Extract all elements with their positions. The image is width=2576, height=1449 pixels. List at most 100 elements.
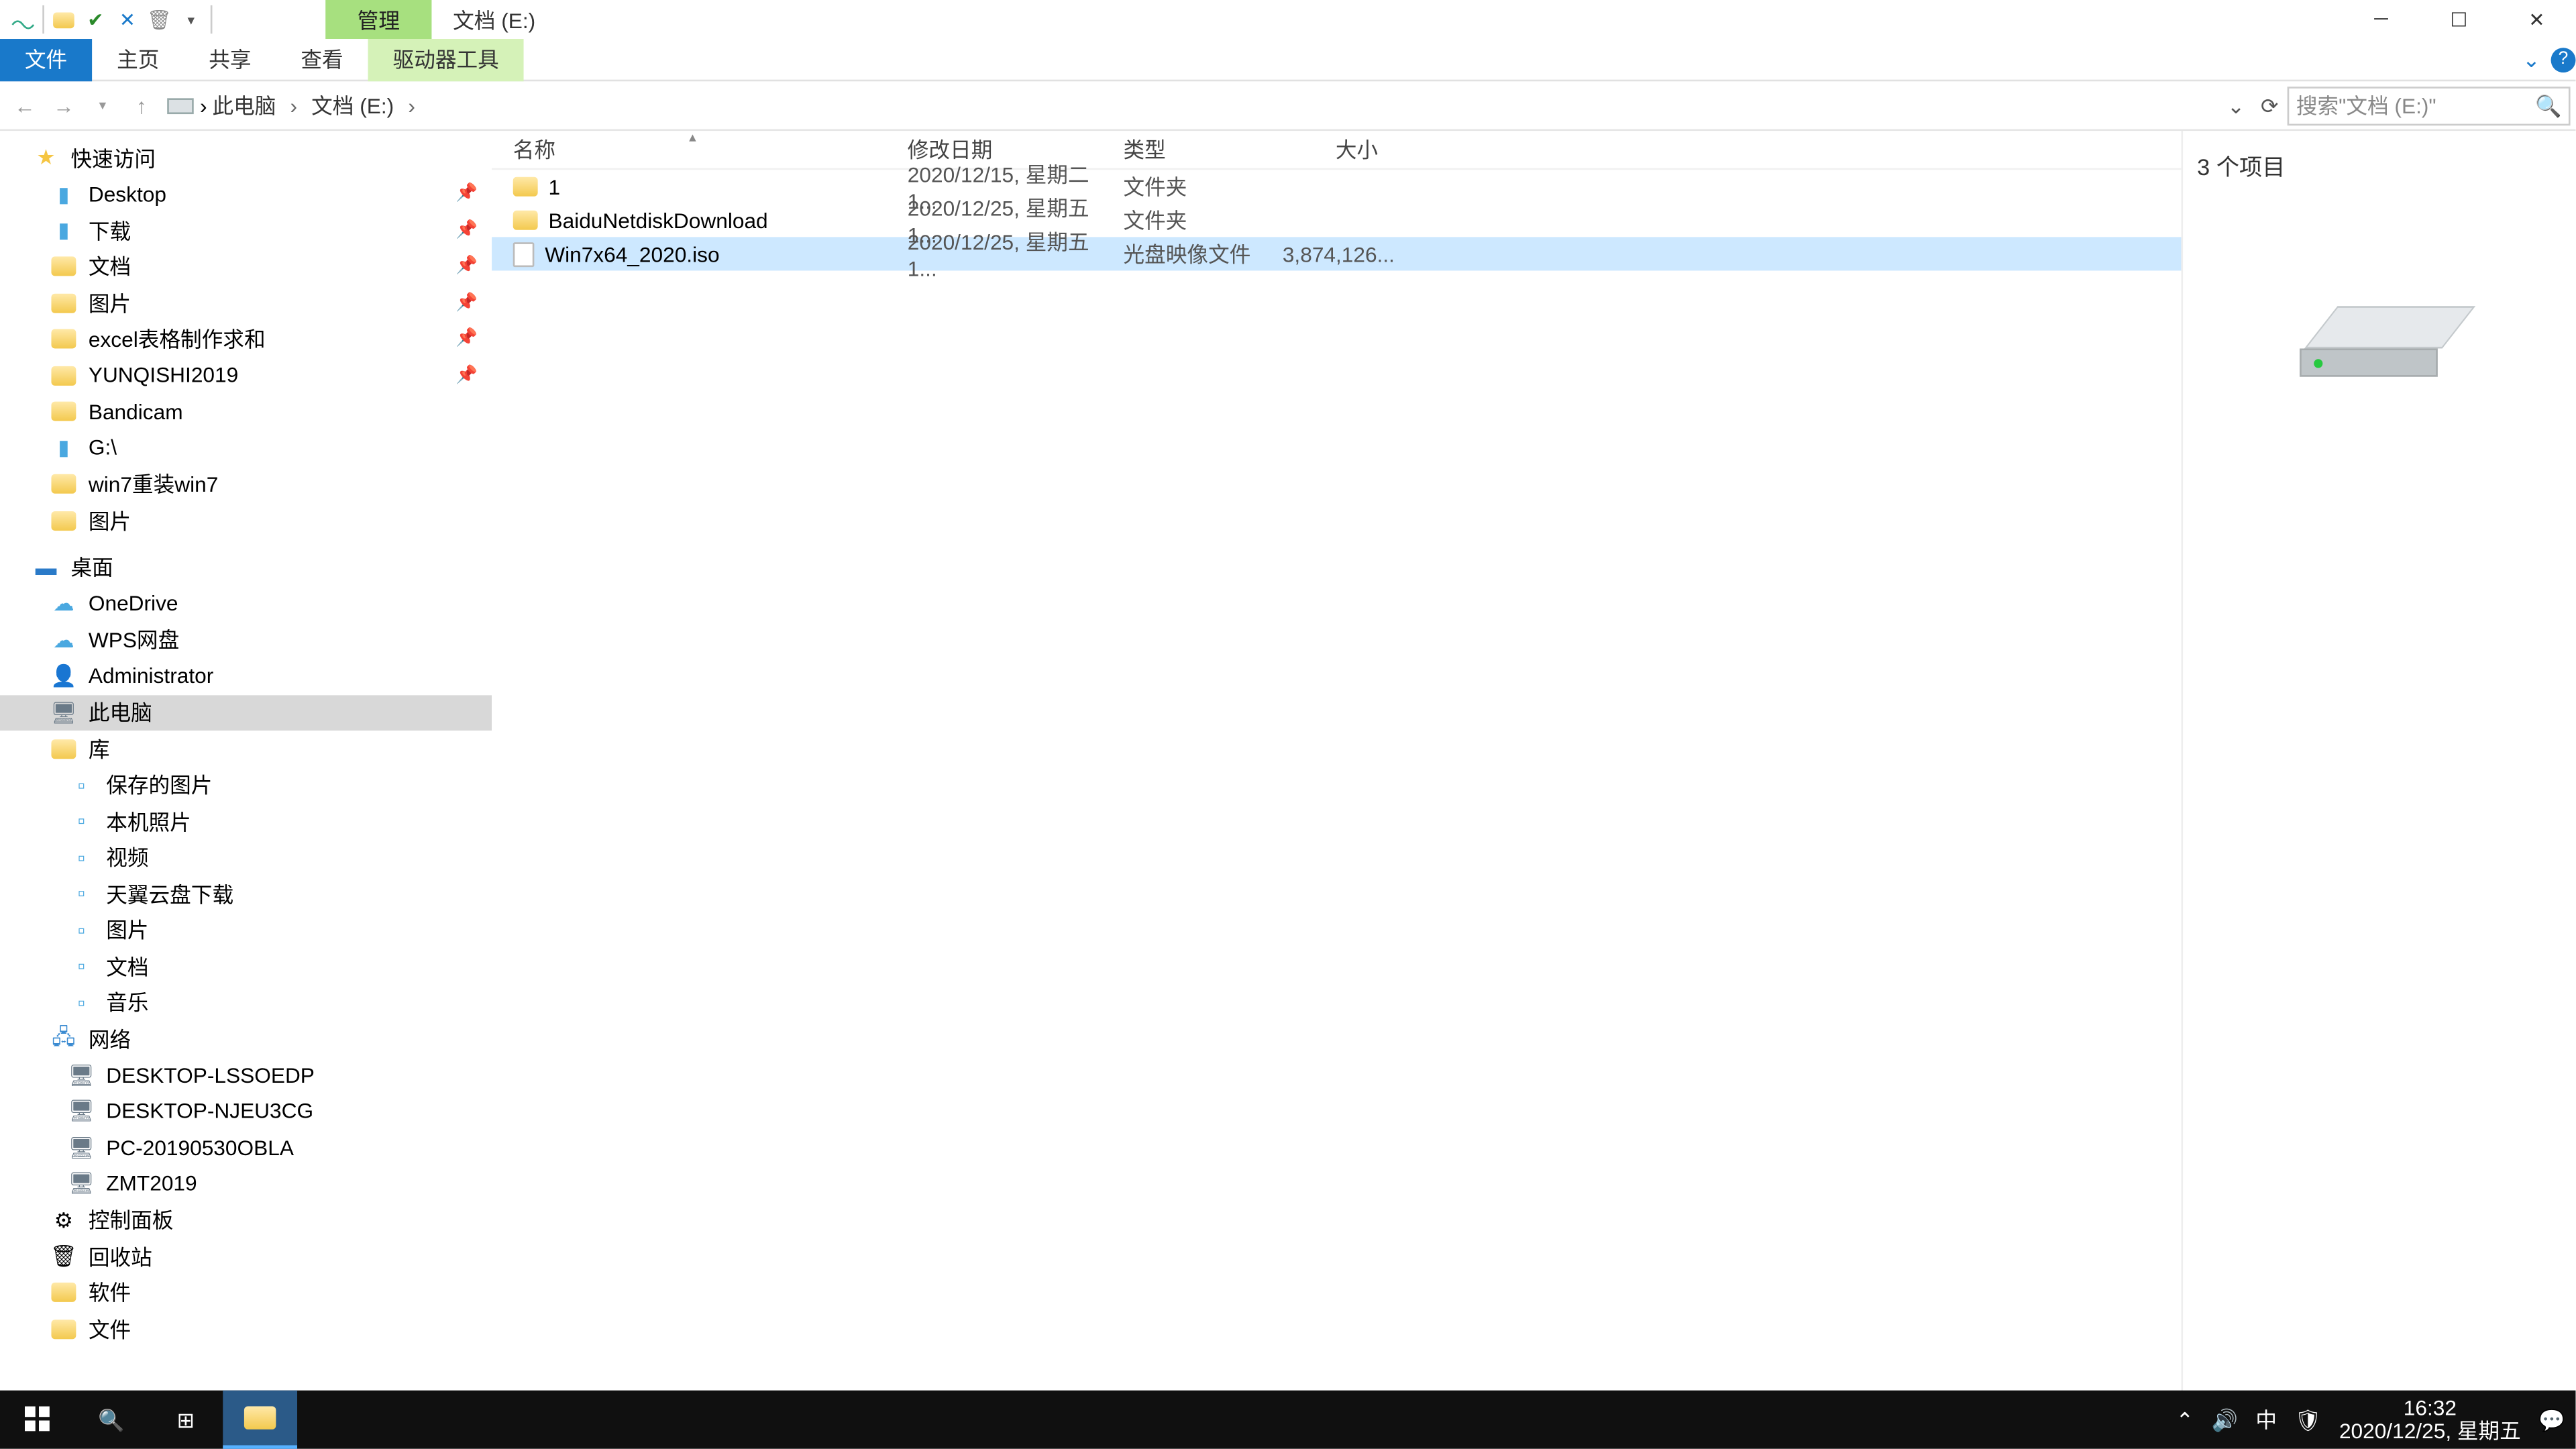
chevron-right-icon[interactable]: › — [285, 93, 303, 117]
col-name[interactable]: 名称▴ — [492, 134, 886, 164]
back-button[interactable]: ← — [5, 86, 44, 125]
action-center-icon[interactable]: 💬 — [2538, 1407, 2565, 1432]
network-icon: 🖧 — [50, 1024, 78, 1053]
nav-qa-item[interactable]: ▮G:\ — [0, 430, 492, 466]
tab-share[interactable]: 共享 — [184, 38, 276, 80]
preview-pane: 3 个项目 — [2183, 131, 2575, 1397]
nav-network[interactable]: 🖧网络 — [0, 1021, 492, 1057]
nav-desktop[interactable]: ▬桌面 — [0, 549, 492, 586]
item-count: 3 个项目 — [2197, 149, 2561, 182]
nav-item[interactable]: 库 — [0, 731, 492, 767]
nav-item[interactable]: ☁WPS网盘 — [0, 622, 492, 658]
file-row[interactable]: Win7x64_2020.iso2020/12/25, 星期五 1...光盘映像… — [492, 237, 2181, 270]
address-bar: ← → ▾ ↑ › 此电脑 › 文档 (E:) › ⌄ ⟳ 搜索"文档 (E:)… — [0, 81, 2575, 131]
maximize-button[interactable]: ☐ — [2420, 0, 2498, 39]
nav-qa-item[interactable]: 图片📌 — [0, 285, 492, 321]
nav-library-item[interactable]: ▫图片 — [0, 912, 492, 948]
nav-network-pc[interactable]: 🖥DESKTOP-LSSOEDP — [0, 1057, 492, 1093]
nav-item[interactable]: ⚙控制面板 — [0, 1202, 492, 1238]
crumb-drive[interactable]: 文档 (E:) — [306, 90, 399, 120]
col-type[interactable]: 类型 — [1102, 134, 1283, 164]
app-icon[interactable] — [7, 3, 39, 35]
nav-item[interactable]: ☁OneDrive — [0, 586, 492, 622]
minimize-button[interactable]: ─ — [2342, 0, 2420, 39]
nav-library-item[interactable]: ▫本机照片 — [0, 803, 492, 839]
pin-icon: 📌 — [455, 366, 478, 385]
folder-icon — [50, 252, 78, 280]
tab-view[interactable]: 查看 — [276, 38, 368, 80]
nav-qa-item[interactable]: Bandicam — [0, 394, 492, 430]
pc-icon: 🖥 — [67, 1170, 95, 1198]
folder-icon — [50, 288, 78, 317]
qat-close-icon[interactable]: ✕ — [111, 3, 143, 35]
tab-file[interactable]: 文件 — [0, 38, 92, 80]
pc-icon: 🖥 — [67, 1097, 95, 1126]
drive-icon — [161, 86, 200, 125]
drive-preview-icon — [2300, 306, 2459, 376]
col-size[interactable]: 大小 — [1283, 134, 1392, 164]
chevron-right-icon[interactable]: › — [200, 93, 207, 117]
tab-drive-tools[interactable]: 驱动器工具 — [368, 38, 524, 80]
nav-qa-item[interactable]: YUNQISHI2019📌 — [0, 358, 492, 394]
recent-dropdown[interactable]: ▾ — [83, 86, 122, 125]
forward-button[interactable]: → — [44, 86, 83, 125]
nav-qa-item[interactable]: 图片 — [0, 502, 492, 539]
nav-item[interactable]: 🖥此电脑 — [0, 694, 492, 731]
qat-dropdown-icon[interactable]: ▾ — [175, 3, 207, 35]
file-list: 名称▴ 修改日期 类型 大小 12020/12/15, 星期二 1...文件夹B… — [492, 131, 2183, 1397]
nav-item[interactable]: 软件 — [0, 1275, 492, 1311]
folder-icon — [513, 211, 538, 230]
iso-icon — [513, 241, 535, 266]
ribbon-tabs: 文件 主页 共享 查看 驱动器工具 ⌄ ? — [0, 39, 2575, 81]
start-button[interactable] — [0, 1391, 74, 1449]
search-button[interactable]: 🔍 — [74, 1391, 149, 1449]
library-icon: ▫ — [67, 988, 95, 1016]
title-bar: ✔ ✕ 🗑 ▾ 管理 文档 (E:) ─ ☐ ✕ — [0, 0, 2575, 39]
search-input[interactable]: 搜索"文档 (E:)" 🔍 — [2288, 86, 2571, 125]
crumb-this-pc[interactable]: 此电脑 — [207, 90, 282, 120]
refresh-icon[interactable]: ⟳ — [2252, 93, 2288, 117]
security-icon[interactable]: 🛡 — [2294, 1407, 2321, 1432]
explorer-taskbar-icon[interactable] — [223, 1391, 297, 1449]
tab-home[interactable]: 主页 — [92, 38, 184, 80]
clock[interactable]: 16:32 2020/12/25, 星期五 — [2339, 1397, 2521, 1443]
nav-qa-item[interactable]: win7重装win7 — [0, 466, 492, 502]
task-view-button[interactable]: ⊞ — [149, 1391, 223, 1449]
nav-library-item[interactable]: ▫保存的图片 — [0, 767, 492, 803]
file-row[interactable]: BaiduNetdiskDownload2020/12/25, 星期五 1...… — [492, 203, 2181, 237]
close-button[interactable]: ✕ — [2498, 0, 2575, 39]
nav-network-pc[interactable]: 🖥PC-20190530OBLA — [0, 1130, 492, 1166]
ribbon-expand-icon[interactable]: ⌄ — [2512, 47, 2551, 72]
nav-qa-item[interactable]: ▮下载📌 — [0, 212, 492, 248]
volume-icon[interactable]: 🔊 — [2212, 1407, 2238, 1432]
nav-library-item[interactable]: ▫视频 — [0, 839, 492, 875]
taskbar: 🔍 ⊞ ⌃ 🔊 中 🛡 16:32 2020/12/25, 星期五 💬 — [0, 1391, 2575, 1449]
nav-library-item[interactable]: ▫音乐 — [0, 984, 492, 1020]
nav-library-item[interactable]: ▫天翼云盘下载 — [0, 875, 492, 912]
qat-delete-icon[interactable]: 🗑 — [144, 3, 175, 35]
nav-qa-item[interactable]: excel表格制作求和📌 — [0, 321, 492, 358]
nav-item[interactable]: 文件 — [0, 1311, 492, 1347]
pin-icon: 📌 — [455, 293, 478, 313]
nav-qa-item[interactable]: 文档📌 — [0, 248, 492, 284]
tray-expand-icon[interactable]: ⌃ — [2176, 1407, 2194, 1432]
nav-network-pc[interactable]: 🖥ZMT2019 — [0, 1166, 492, 1202]
quick-access-toolbar: ✔ ✕ 🗑 ▾ — [0, 3, 216, 35]
folder-icon — [50, 362, 78, 390]
up-button[interactable]: ↑ — [122, 86, 161, 125]
help-icon[interactable]: ? — [2551, 47, 2576, 72]
chevron-right-icon[interactable]: › — [402, 93, 420, 117]
nav-library-item[interactable]: ▫文档 — [0, 948, 492, 984]
address-dropdown-icon[interactable]: ⌄ — [2220, 93, 2251, 117]
ime-indicator[interactable]: 中 — [2255, 1405, 2277, 1435]
qat-folder-icon[interactable] — [48, 3, 79, 35]
qat-check-icon[interactable]: ✔ — [80, 3, 111, 35]
nav-item[interactable]: 🗑回收站 — [0, 1238, 492, 1275]
pc-icon: 🖥 — [50, 698, 78, 727]
file-row[interactable]: 12020/12/15, 星期二 1...文件夹 — [492, 170, 2181, 203]
nav-qa-item[interactable]: ▮Desktop📌 — [0, 176, 492, 212]
nav-network-pc[interactable]: 🖥DESKTOP-NJEU3CG — [0, 1093, 492, 1130]
window-title: 文档 (E:) — [431, 0, 556, 39]
nav-quick-access[interactable]: ★快速访问 — [0, 140, 492, 176]
nav-item[interactable]: 👤Administrator — [0, 658, 492, 694]
